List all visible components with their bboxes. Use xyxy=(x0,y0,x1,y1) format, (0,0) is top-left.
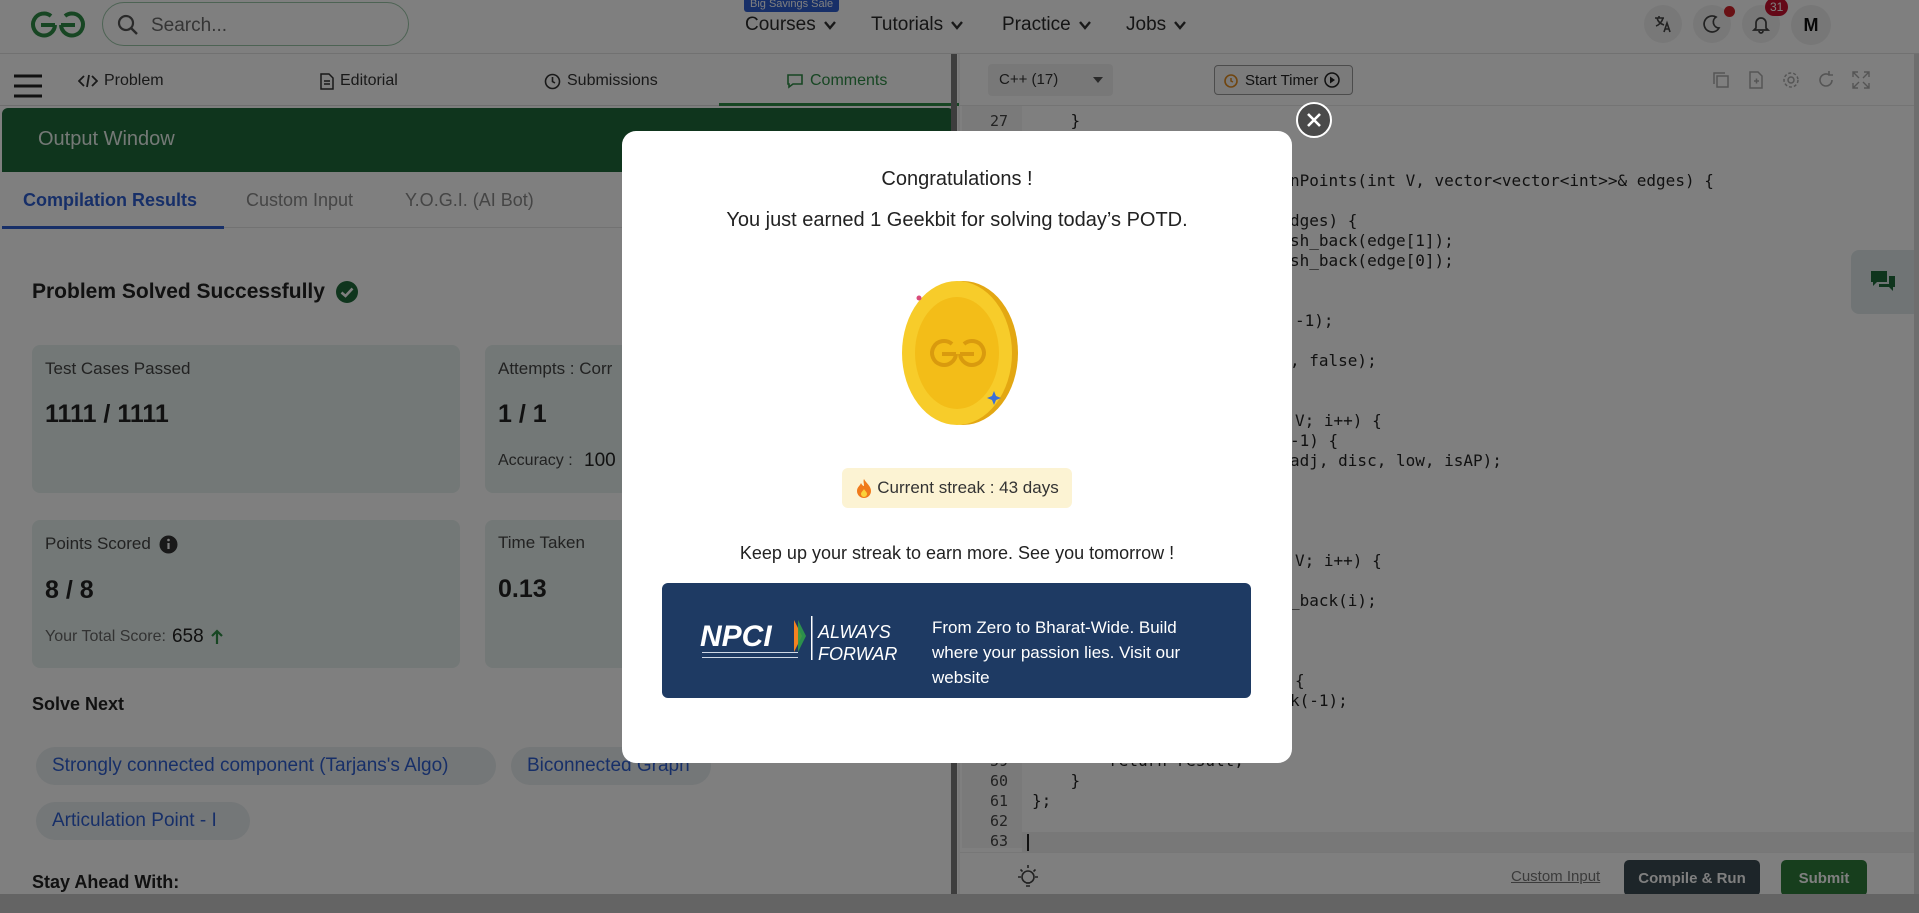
svg-text:FORWARD: FORWARD xyxy=(818,644,898,664)
npci-logo-icon: NPCI ALWAYS FORWARD xyxy=(700,616,898,664)
modal-keep-up-text: Keep up your streak to earn more. See yo… xyxy=(739,543,1175,563)
banner-text: From Zero to Bharat-Wide. Build where yo… xyxy=(932,618,1181,687)
fire-icon xyxy=(857,479,872,498)
streak-text: Current streak : 43 days xyxy=(877,478,1059,497)
close-modal-button[interactable] xyxy=(1296,102,1332,138)
modal-subtitle: You just earned 1 Geekbit for solving to… xyxy=(726,209,1188,231)
geekbit-coin-icon xyxy=(902,281,1018,425)
svg-text:ALWAYS: ALWAYS xyxy=(817,622,891,642)
close-icon xyxy=(1307,113,1321,127)
modal-title: Congratulations ! xyxy=(881,168,1033,190)
streak-badge: Current streak : 43 days xyxy=(842,468,1072,508)
svg-text:NPCI: NPCI xyxy=(700,620,772,653)
